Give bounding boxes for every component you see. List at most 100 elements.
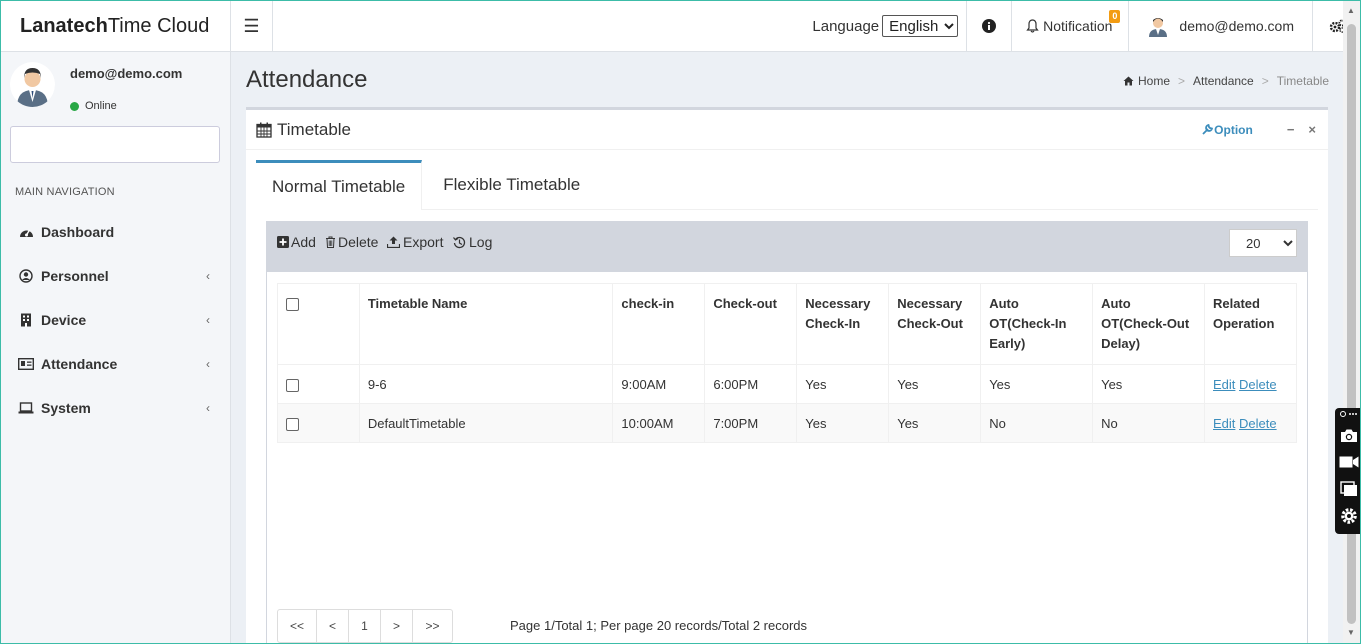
sidebar: demo@demo.com Online MAIN NAVIGATION Das… — [0, 52, 231, 644]
user-circle-icon — [18, 269, 34, 283]
box-header: Timetable Option − × — [246, 110, 1328, 150]
cell-checkin: 9:00AM — [612, 364, 706, 404]
header-right: Language English Notification 0 demo@dem… — [798, 0, 1348, 52]
cell-ot-early: No — [980, 403, 1094, 443]
sidebar-item-attendance[interactable]: Attendance ‹ — [0, 342, 230, 386]
export-button[interactable]: Export — [387, 234, 443, 250]
user-menu[interactable]: demo@demo.com — [1128, 0, 1312, 52]
sidebar-item-dashboard[interactable]: Dashboard — [0, 210, 230, 254]
cell-name: 9-6 — [358, 364, 614, 404]
sidebar-item-label: Device — [41, 312, 87, 328]
sidebar-item-personnel[interactable]: Personnel ‹ — [0, 254, 230, 298]
notification-label: Notification — [1043, 18, 1113, 34]
option-button[interactable]: Option — [1202, 123, 1253, 137]
bell-icon — [1026, 19, 1039, 33]
edit-link[interactable]: Edit — [1213, 377, 1235, 392]
add-button[interactable]: Add — [277, 234, 316, 250]
timetable-box: Timetable Option − × Normal Timetable Fl… — [246, 107, 1328, 644]
box-title: Timetable — [256, 120, 351, 140]
sidebar-item-device[interactable]: Device ‹ — [0, 298, 230, 342]
cell-name: DefaultTimetable — [358, 403, 614, 443]
chevron-left-icon: ‹ — [206, 269, 210, 283]
video-camera-icon[interactable] — [1339, 455, 1359, 469]
cell-checkin: 10:00AM — [612, 403, 706, 443]
menu-toggle-button[interactable]: ☰ — [231, 0, 273, 52]
row-checkbox[interactable] — [286, 417, 299, 431]
delete-button[interactable]: Delete — [325, 234, 378, 250]
edit-link[interactable]: Edit — [1213, 416, 1235, 431]
row-select-cell — [277, 364, 360, 404]
next-page-button[interactable]: > — [381, 610, 413, 642]
wrench-icon — [1202, 124, 1214, 135]
column-header: Necessary Check-Out — [888, 283, 982, 365]
breadcrumb-attendance[interactable]: Attendance — [1193, 74, 1254, 88]
page-title: Attendance — [246, 66, 368, 93]
last-page-button[interactable]: >> — [413, 610, 452, 642]
tab-bar: Normal Timetable Flexible Timetable — [256, 160, 1318, 210]
close-button[interactable]: × — [1308, 122, 1316, 137]
sidebar-item-label: System — [41, 400, 91, 416]
home-icon — [1123, 76, 1134, 86]
scroll-down-icon[interactable]: ▼ — [1347, 628, 1355, 637]
user-status: Online — [70, 100, 117, 112]
page-size-select[interactable]: 20 — [1229, 229, 1297, 257]
main-content: Attendance Home > Attendance > Timetable… — [231, 52, 1343, 644]
breadcrumb: Home > Attendance > Timetable — [1123, 74, 1329, 88]
calendar-icon — [256, 122, 272, 138]
plus-square-icon — [277, 236, 289, 248]
box-title-text: Timetable — [277, 120, 352, 139]
breadcrumb-current: Timetable — [1276, 74, 1329, 88]
more-icon[interactable] — [1339, 410, 1359, 420]
sidebar-item-system[interactable]: System ‹ — [0, 386, 230, 430]
scroll-up-icon[interactable]: ▲ — [1347, 6, 1355, 15]
delete-link[interactable]: Delete — [1239, 377, 1277, 392]
prev-page-button[interactable]: < — [317, 610, 349, 642]
cell-necessary-checkout: Yes — [888, 364, 982, 404]
log-button[interactable]: Log — [453, 234, 492, 250]
breadcrumb-separator: > — [1261, 74, 1269, 88]
gear-icon[interactable] — [1339, 507, 1359, 525]
cell-ot-delay: No — [1092, 403, 1205, 443]
cell-checkout: 6:00PM — [704, 364, 798, 404]
hamburger-icon: ☰ — [243, 15, 260, 36]
first-page-button[interactable]: << — [278, 610, 317, 642]
row-select-cell — [277, 403, 360, 443]
column-header: check-in — [612, 283, 706, 365]
table-row: DefaultTimetable 10:00AM 7:00PM Yes Yes … — [277, 403, 1297, 443]
vertical-scrollbar[interactable]: ▲ ▼ — [1343, 0, 1361, 644]
delete-link[interactable]: Delete — [1239, 416, 1277, 431]
option-label: Option — [1214, 122, 1253, 137]
select-all-checkbox[interactable] — [286, 298, 299, 312]
notification-badge: 0 — [1109, 10, 1121, 23]
app-logo[interactable]: Lanatech Time Cloud — [0, 0, 231, 52]
timetable-panel: Add Delete Export Log 20 Timetable Name … — [266, 221, 1308, 644]
collapse-button[interactable]: − — [1287, 122, 1295, 137]
info-button[interactable] — [966, 0, 1011, 52]
top-header: Lanatech Time Cloud ☰ Language English No… — [0, 0, 1361, 52]
breadcrumb-home[interactable]: Home — [1138, 74, 1170, 88]
page-number-button[interactable]: 1 — [349, 610, 381, 642]
tab-normal-timetable[interactable]: Normal Timetable — [256, 160, 423, 210]
laptop-icon — [18, 402, 34, 414]
sidebar-item-label: Personnel — [41, 268, 109, 284]
brand-bold: Lanatech — [20, 14, 108, 37]
tab-flexible-timetable[interactable]: Flexible Timetable — [422, 160, 596, 210]
chevron-left-icon: ‹ — [206, 357, 210, 371]
header-user-email: demo@demo.com — [1179, 18, 1294, 34]
info-icon — [982, 19, 997, 33]
sidebar-item-label: Attendance — [41, 356, 118, 372]
notification-button[interactable]: Notification 0 — [1011, 0, 1128, 52]
scroll-thumb[interactable] — [1347, 24, 1356, 624]
table-header-row: Timetable Name check-in Check-out Necess… — [277, 283, 1297, 365]
language-select[interactable]: English — [882, 15, 959, 37]
dashboard-icon — [18, 226, 34, 239]
row-checkbox[interactable] — [286, 378, 299, 392]
sidebar-user-name: demo@demo.com — [70, 66, 183, 81]
windows-icon[interactable] — [1339, 481, 1359, 497]
column-header: Necessary Check-In — [796, 283, 890, 365]
sidebar-search-input[interactable] — [10, 126, 220, 163]
cell-necessary-checkin: Yes — [796, 364, 890, 404]
building-icon — [18, 313, 34, 327]
toolbar: Add Delete Export Log 20 — [267, 222, 1307, 272]
camera-icon[interactable] — [1339, 428, 1359, 443]
